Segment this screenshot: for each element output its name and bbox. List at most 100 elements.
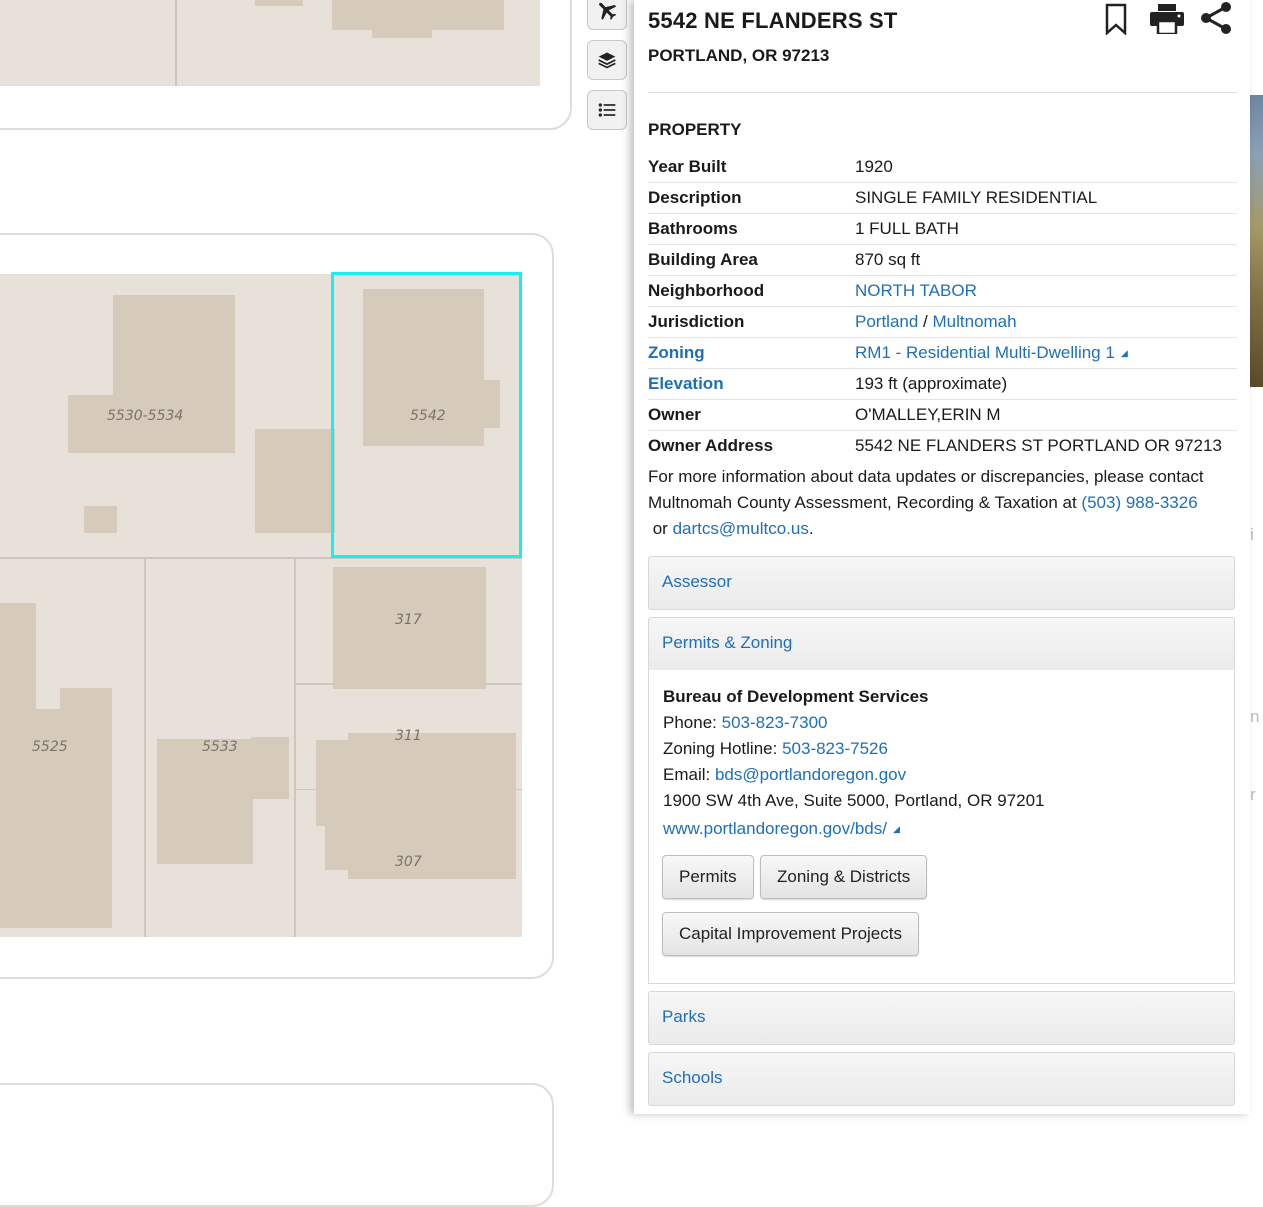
row-key: Owner Address	[648, 436, 774, 455]
accordion-label: Parks	[662, 1007, 706, 1026]
bds-email-link[interactable]: bds@portlandoregon.gov	[715, 765, 906, 784]
background-text-fragment: n	[1250, 707, 1260, 726]
zoning-link[interactable]: RM1 - Residential Multi-Dwelling 1 ◢	[855, 343, 1128, 362]
map-building	[325, 825, 355, 870]
property-table: Year Built 1920 Description SINGLE FAMIL…	[648, 152, 1237, 461]
map-building	[348, 733, 516, 879]
map-building	[251, 737, 289, 799]
row-key: Description	[648, 182, 855, 214]
bds-hotline-link[interactable]: 503-823-7526	[782, 739, 888, 758]
list-icon	[598, 103, 616, 117]
elevation-key-link[interactable]: Elevation	[648, 368, 855, 400]
print-icon[interactable]	[1150, 4, 1184, 39]
table-row: Bathrooms 1 FULL BATH	[648, 213, 1237, 245]
external-link-icon: ◢	[1120, 348, 1128, 358]
background-photo	[1250, 95, 1263, 387]
background-text-fragment: r	[1250, 785, 1256, 804]
bookmark-icon[interactable]	[1104, 3, 1128, 40]
bds-website-line: www.portlandoregon.gov/bds/ ◢	[663, 816, 1045, 842]
table-row: Description SINGLE FAMILY RESIDENTIAL	[648, 182, 1237, 214]
layers-button[interactable]	[587, 40, 627, 80]
map-address-label: 5525	[32, 739, 68, 755]
bds-name: Bureau of Development Services	[663, 687, 929, 706]
row-key: Bathrooms	[648, 213, 855, 245]
map-address-label: 307	[395, 854, 422, 870]
table-row: Elevation 193 ft (approximate)	[648, 368, 1237, 400]
assessment-email-link[interactable]: dartcs@multco.us	[673, 519, 809, 538]
jurisdiction-city-link[interactable]: Portland	[855, 312, 918, 331]
bds-address: 1900 SW 4th Ave, Suite 5000, Portland, O…	[663, 791, 1045, 810]
map-lot-line	[294, 557, 296, 937]
jurisdiction-county-link[interactable]: Multnomah	[933, 312, 1017, 331]
bds-phone-label: Phone:	[663, 713, 722, 732]
row-key: Year Built	[648, 152, 855, 183]
background-text-fragment: i	[1250, 525, 1254, 544]
bds-email-label: Email:	[663, 765, 715, 784]
row-value: 870 sq ft	[855, 244, 1237, 276]
map-building	[372, 28, 432, 38]
bds-email-line: Email: bds@portlandoregon.gov	[663, 762, 1045, 788]
accordion-parks[interactable]: Parks	[648, 991, 1235, 1045]
note-text: .	[808, 519, 814, 538]
map-building	[84, 506, 117, 533]
row-value: 1920	[855, 152, 1237, 183]
table-row: Jurisdiction Portland / Multnomah	[648, 306, 1237, 338]
accordion-schools[interactable]: Schools	[648, 1052, 1235, 1106]
airplane-icon	[599, 2, 617, 20]
map-building	[333, 567, 486, 689]
share-icon[interactable]	[1199, 2, 1233, 39]
map-address-label: 311	[395, 728, 422, 744]
map-block-bottom	[0, 1083, 554, 1207]
neighborhood-link[interactable]: NORTH TABOR	[855, 281, 977, 300]
map-address-label: 155	[346, 0, 373, 4]
map-building	[157, 739, 253, 864]
accordion-assessor[interactable]: Assessor	[648, 556, 1235, 610]
layers-icon	[598, 52, 616, 69]
accordion-label: Permits & Zoning	[662, 633, 793, 652]
row-value: 193 ft (approximate)	[855, 368, 1237, 400]
data-update-note: For more information about data updates …	[648, 464, 1243, 542]
bds-phone-line: Phone: 503-823-7300	[663, 710, 1045, 736]
map-building	[316, 740, 350, 826]
zoning-districts-button[interactable]: Zoning & Districts	[760, 855, 928, 899]
property-detail-panel: 5542 NE FLANDERS ST PORTLAND, OR 97213 P…	[634, 0, 1250, 1114]
assessment-phone-link[interactable]: (503) 988-3326	[1081, 493, 1197, 512]
map-building	[68, 395, 128, 453]
jurisdiction-separator: /	[918, 312, 933, 331]
section-title-property: PROPERTY	[648, 120, 742, 139]
map-building	[332, 0, 504, 30]
bds-contact: Bureau of Development Services Phone: 50…	[663, 684, 1045, 842]
permits-button[interactable]: Permits	[662, 855, 754, 899]
list-button[interactable]	[587, 90, 627, 130]
table-row: Owner Address 5542 NE FLANDERS ST PORTLA…	[648, 431, 1237, 462]
map-address-label: 5533	[202, 739, 238, 755]
map-building	[255, 0, 303, 6]
row-key: Building Area	[648, 244, 855, 276]
accordion-permits-zoning[interactable]: Permits & Zoning	[648, 617, 1235, 671]
map-lot-line	[144, 557, 146, 937]
header-divider	[648, 92, 1237, 93]
external-link-icon: ◢	[892, 824, 900, 834]
row-key: Neighborhood	[648, 275, 855, 307]
map-address-label: 317	[395, 612, 422, 628]
accordion-label: Schools	[662, 1068, 723, 1087]
map-lot-line	[175, 0, 177, 86]
map-building	[60, 688, 112, 928]
map-building	[255, 429, 335, 533]
table-row: Year Built 1920	[648, 152, 1237, 183]
capital-improvement-projects-button[interactable]: Capital Improvement Projects	[662, 912, 919, 956]
permits-zoning-content: Bureau of Development Services Phone: 50…	[648, 670, 1235, 984]
row-key: Owner	[648, 399, 855, 431]
row-value: 1 FULL BATH	[855, 213, 1237, 245]
airplane-button[interactable]	[587, 0, 627, 30]
row-value: O'MALLEY,ERIN M	[855, 399, 1237, 431]
bds-phone-link[interactable]: 503-823-7300	[722, 713, 828, 732]
property-subtitle: PORTLAND, OR 97213	[648, 46, 830, 65]
map-building	[0, 603, 36, 709]
table-row: Neighborhood NORTH TABOR	[648, 275, 1237, 307]
zoning-key-link[interactable]: Zoning	[648, 337, 855, 369]
row-value: SINGLE FAMILY RESIDENTIAL	[855, 182, 1237, 214]
row-key: Jurisdiction	[648, 306, 855, 338]
row-value: 5542 NE FLANDERS ST PORTLAND OR 97213	[855, 436, 1222, 455]
bds-website-link[interactable]: www.portlandoregon.gov/bds/ ◢	[663, 819, 900, 838]
